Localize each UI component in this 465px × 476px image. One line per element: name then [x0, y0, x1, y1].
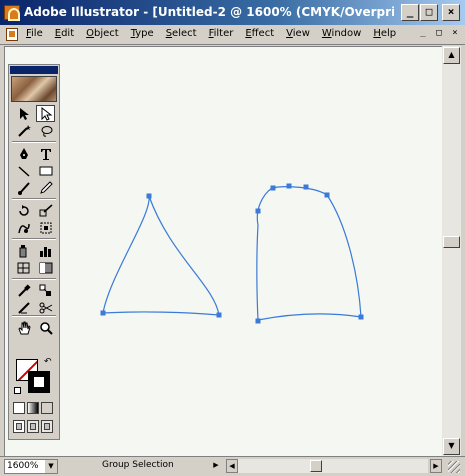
vertical-scrollbar[interactable]: ▲ ▼ [442, 46, 461, 456]
scroll-right-button[interactable]: ▶ [430, 459, 442, 473]
artwork-layer[interactable] [0, 0, 465, 476]
anchor-point [303, 184, 309, 190]
anchor-point [270, 185, 276, 191]
direct-selection-tool-icon[interactable] [36, 105, 55, 122]
selection-tool-icon[interactable] [14, 105, 33, 122]
gradient-mode-icon[interactable] [27, 402, 39, 414]
color-mode-icon[interactable] [13, 402, 25, 414]
toolbox-separator [12, 198, 56, 200]
none-mode-icon[interactable] [41, 402, 53, 414]
toolbox-logo-image[interactable] [11, 76, 57, 102]
stroke-swatch[interactable] [28, 371, 50, 393]
triangle-path [102, 195, 220, 316]
scroll-down-button[interactable]: ▼ [443, 438, 460, 455]
fill-stroke-swatches[interactable]: ↶ [14, 357, 56, 397]
pencil-tool-icon[interactable] [36, 179, 55, 196]
toolbox-separator [12, 238, 56, 240]
type-tool-icon[interactable] [36, 145, 55, 162]
anchor-point [146, 193, 152, 199]
status-tool-label: Group Selection [102, 460, 174, 470]
gradient-tool-icon[interactable] [36, 259, 55, 276]
status-dropdown-icon[interactable]: ▶ [210, 459, 222, 473]
hand-tool-icon[interactable] [14, 319, 33, 336]
zoom-tool-icon[interactable] [36, 319, 55, 336]
anchor-point [100, 310, 106, 316]
horizontal-scrollbar[interactable] [238, 459, 428, 473]
scale-tool-icon[interactable] [36, 202, 55, 219]
toolbox-separator [12, 278, 56, 280]
vertical-scroll-thumb[interactable] [443, 236, 460, 248]
column-graph-tool-icon[interactable] [36, 242, 55, 259]
full-screen-mode-icon[interactable] [41, 420, 53, 433]
default-colors-icon[interactable] [14, 387, 21, 394]
full-screen-menu-mode-icon[interactable] [27, 420, 39, 433]
anchor-point [255, 318, 261, 324]
anchor-point [255, 208, 261, 214]
warp-tool-icon[interactable] [14, 219, 33, 236]
rotate-tool-icon[interactable] [14, 202, 33, 219]
scissors-tool-icon[interactable] [36, 299, 55, 316]
anchor-point [358, 314, 364, 320]
swap-fill-stroke-icon[interactable]: ↶ [44, 357, 52, 367]
toolbox-separator [12, 141, 56, 143]
anchor-point [216, 312, 222, 318]
resize-grip-icon[interactable] [448, 461, 460, 473]
zoom-level-field[interactable]: 1600% ▼ [4, 459, 58, 474]
mesh-tool-icon[interactable] [14, 259, 33, 276]
paintbrush-tool-icon[interactable] [14, 179, 33, 196]
line-segment-tool-icon[interactable] [14, 162, 33, 179]
anchor-point [324, 192, 330, 198]
anchor-point [286, 183, 292, 189]
standard-screen-mode-icon[interactable] [13, 420, 25, 433]
zoom-dropdown-icon[interactable]: ▼ [45, 460, 57, 473]
pen-tool-icon[interactable] [14, 145, 33, 162]
horizontal-scroll-thumb[interactable] [310, 460, 322, 472]
arch-path [256, 186, 362, 321]
scroll-left-button[interactable]: ◀ [226, 459, 238, 473]
eyedropper-tool-icon[interactable] [14, 282, 33, 299]
symbol-sprayer-tool-icon[interactable] [14, 242, 33, 259]
zoom-level-value: 1600% [7, 461, 39, 471]
lasso-tool-icon[interactable] [36, 122, 55, 139]
rectangle-tool-icon[interactable] [36, 162, 55, 179]
blend-tool-icon[interactable] [36, 282, 55, 299]
toolbox-title-bar[interactable] [10, 66, 58, 74]
scroll-up-button[interactable]: ▲ [443, 47, 460, 64]
status-bar: 1600% ▼ Group Selection ▶ ◀ ▶ [0, 456, 465, 476]
magic-wand-tool-icon[interactable] [14, 122, 33, 139]
toolbox-panel: ↶ [8, 64, 60, 440]
free-transform-tool-icon[interactable] [36, 219, 55, 236]
slice-tool-icon[interactable] [14, 299, 33, 316]
anchor-points [100, 183, 364, 324]
